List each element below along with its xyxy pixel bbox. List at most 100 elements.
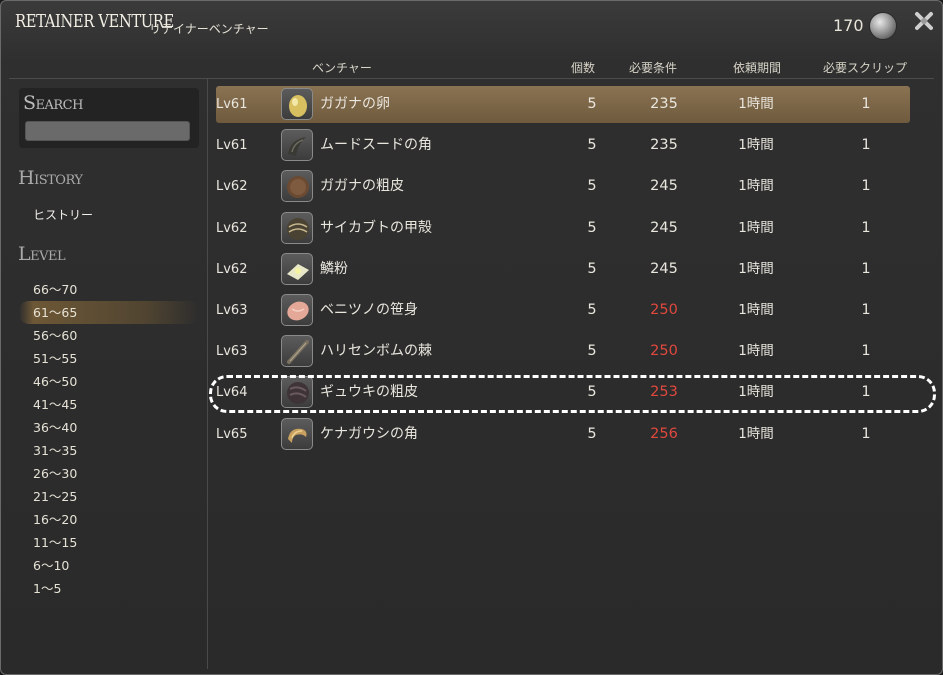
table-row[interactable]: Lv61 ガガナの卵 5 235 1時間 1: [216, 84, 912, 125]
retainer-venture-window: RETAINER VENTURE リテイナーベンチャー 170 Search H…: [0, 0, 943, 675]
row-period: 1時間: [738, 178, 774, 195]
row-level: Lv65: [216, 426, 248, 442]
row-scrip: 1: [861, 301, 871, 318]
egg-icon: [281, 88, 313, 120]
row-level: Lv63: [216, 344, 248, 360]
row-level: Lv62: [216, 220, 248, 236]
row-period: 1時間: [738, 219, 774, 236]
level-item[interactable]: 36～40: [19, 416, 199, 439]
level-item[interactable]: 6～10: [19, 554, 199, 577]
level-item[interactable]: 56～60: [19, 324, 199, 347]
spine-icon: [281, 335, 313, 368]
row-period: 1時間: [738, 137, 774, 154]
row-quantity: 5: [587, 260, 597, 277]
row-requirement: 235: [650, 96, 678, 112]
row-period: 1時間: [738, 343, 774, 360]
history-item[interactable]: ヒストリー: [33, 206, 93, 223]
scale-powder-icon: [281, 252, 313, 285]
row-item-name: サイカブトの甲殻: [320, 219, 432, 236]
col-header-requirement: 必要条件: [629, 61, 678, 75]
curled-horn-icon: [281, 417, 313, 450]
row-period: 1時間: [738, 301, 774, 318]
row-item-name: ガガナの粗皮: [320, 178, 404, 195]
filter-sidebar: Search History ヒストリー Level 66～70 61～65 56～…: [9, 79, 208, 669]
row-scrip: 1: [861, 137, 871, 154]
col-header-scrip: 必要スクリップ: [823, 61, 908, 75]
table-row[interactable]: Lv62 サイカブトの甲殻 5 245 1時間 1: [216, 208, 912, 249]
highlight-outline: [209, 375, 936, 413]
level-item[interactable]: 21～25: [19, 485, 199, 508]
row-level: Lv61: [216, 138, 248, 154]
row-scrip: 1: [861, 96, 871, 112]
scrip-count: 170: [833, 16, 864, 35]
row-quantity: 5: [587, 425, 597, 442]
level-item[interactable]: 66～70: [19, 278, 199, 301]
table-row[interactable]: Lv63 ハリセンボムの棘 5 250 1時間 1: [216, 331, 912, 372]
row-quantity: 5: [587, 219, 597, 236]
table-row[interactable]: Lv65 ケナガウシの角 5 256 1時間 1: [216, 414, 912, 455]
level-item[interactable]: 51～55: [19, 347, 199, 370]
row-item-name: 鱗粉: [320, 260, 348, 277]
row-requirement: 256: [650, 425, 678, 442]
level-item[interactable]: 26～30: [19, 462, 199, 485]
row-scrip: 1: [861, 178, 871, 195]
window-subtitle: リテイナーベンチャー: [149, 22, 269, 36]
history-heading: History: [18, 167, 83, 189]
row-item-name: ムードスードの角: [320, 137, 432, 154]
row-requirement: 250: [650, 301, 678, 318]
hide-icon: [281, 170, 313, 203]
col-header-qty: 個数: [571, 61, 596, 75]
row-quantity: 5: [587, 301, 597, 318]
level-item[interactable]: 1～5: [19, 577, 199, 600]
col-header-period: 依頼期間: [733, 61, 782, 75]
title-bar[interactable]: RETAINER VENTURE リテイナーベンチャー 170: [1, 1, 942, 49]
close-button[interactable]: [911, 8, 937, 34]
table-row[interactable]: Lv62 ガガナの粗皮 5 245 1時間 1: [216, 166, 912, 207]
row-requirement: 250: [650, 343, 678, 360]
horn-icon: [281, 129, 313, 162]
search-panel: Search: [19, 88, 199, 148]
row-level: Lv63: [216, 302, 248, 318]
row-item-name: ベニツノの笹身: [320, 301, 418, 318]
col-header-venture: ベンチャー: [312, 61, 372, 75]
level-item[interactable]: 31～35: [19, 439, 199, 462]
row-scrip: 1: [861, 343, 871, 360]
row-quantity: 5: [587, 96, 597, 112]
row-period: 1時間: [738, 425, 774, 442]
row-requirement: 245: [650, 178, 678, 195]
level-item[interactable]: 16～20: [19, 508, 199, 531]
venture-table: ベンチャー 個数 必要条件 依頼期間 必要スクリップ Lv61 ガガナの卵 5 235…: [208, 53, 938, 673]
level-item[interactable]: 11～15: [19, 531, 199, 554]
row-item-name: ケナガウシの角: [320, 425, 418, 442]
search-label: Search: [23, 92, 83, 114]
level-heading: Level: [18, 243, 66, 265]
row-quantity: 5: [587, 343, 597, 360]
row-item-name: ガガナの卵: [320, 96, 390, 112]
table-row[interactable]: Lv61 ムードスードの角 5 235 1時間 1: [216, 125, 912, 166]
level-item[interactable]: 46～50: [19, 370, 199, 393]
level-item[interactable]: 41～45: [19, 393, 199, 416]
row-item-name: ハリセンボムの棘: [320, 343, 432, 360]
carapace-icon: [281, 211, 313, 244]
row-scrip: 1: [861, 425, 871, 442]
fish-fillet-icon: [281, 293, 313, 326]
level-item[interactable]: 61～65: [19, 301, 199, 324]
search-input[interactable]: [25, 121, 190, 141]
row-quantity: 5: [587, 178, 597, 195]
row-requirement: 235: [650, 137, 678, 154]
row-requirement: 245: [650, 260, 678, 277]
row-period: 1時間: [738, 260, 774, 277]
row-scrip: 1: [861, 260, 871, 277]
close-icon: [915, 12, 933, 30]
row-period: 1時間: [738, 96, 774, 112]
table-row[interactable]: Lv63 ベニツノの笹身 5 250 1時間 1: [216, 290, 912, 331]
level-list: 66～70 61～65 56～60 51～55 46～50 41～45 36～40 31～35…: [19, 278, 199, 600]
row-level: Lv62: [216, 261, 248, 277]
scrip-coin-icon: [869, 12, 897, 40]
row-requirement: 245: [650, 219, 678, 236]
row-level: Lv61: [216, 97, 248, 112]
table-row[interactable]: Lv62 鱗粉 5 245 1時間 1: [216, 249, 912, 290]
row-quantity: 5: [587, 137, 597, 154]
row-scrip: 1: [861, 219, 871, 236]
row-level: Lv62: [216, 179, 248, 195]
